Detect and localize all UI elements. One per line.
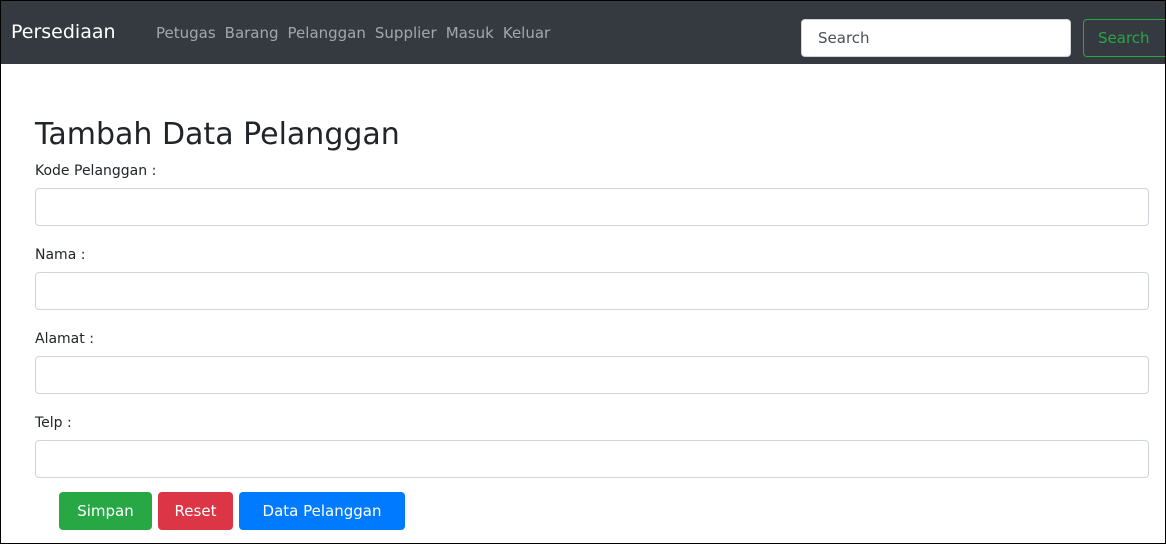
page: Persediaan Petugas Barang Pelanggan Supp… xyxy=(0,0,1166,544)
nav-link-petugas[interactable]: Petugas xyxy=(156,23,216,43)
search-button[interactable]: Search xyxy=(1083,19,1165,57)
navbar-brand[interactable]: Persediaan xyxy=(11,20,116,44)
telp-label: Telp : xyxy=(35,415,72,431)
data-pelanggan-button[interactable]: Data Pelanggan xyxy=(239,492,405,530)
page-title: Tambah Data Pelanggan xyxy=(35,117,400,152)
kode-pelanggan-input[interactable] xyxy=(35,188,1149,226)
nav-links: Petugas Barang Pelanggan Supplier Masuk … xyxy=(156,23,559,43)
nav-link-masuk[interactable]: Masuk xyxy=(446,23,494,43)
nav-link-keluar[interactable]: Keluar xyxy=(503,23,550,43)
nama-input[interactable] xyxy=(35,272,1149,310)
alamat-label: Alamat : xyxy=(35,331,94,347)
nav-link-barang[interactable]: Barang xyxy=(225,23,279,43)
nav-link-pelanggan[interactable]: Pelanggan xyxy=(288,23,366,43)
nav-link-supplier[interactable]: Supplier xyxy=(375,23,437,43)
nama-label: Nama : xyxy=(35,247,86,263)
simpan-button[interactable]: Simpan xyxy=(59,492,152,530)
reset-button[interactable]: Reset xyxy=(158,492,233,530)
alamat-input[interactable] xyxy=(35,356,1149,394)
telp-input[interactable] xyxy=(35,440,1149,478)
kode-pelanggan-label: Kode Pelanggan : xyxy=(35,163,157,179)
search-input[interactable] xyxy=(801,19,1071,57)
navbar: Persediaan Petugas Barang Pelanggan Supp… xyxy=(1,1,1165,64)
